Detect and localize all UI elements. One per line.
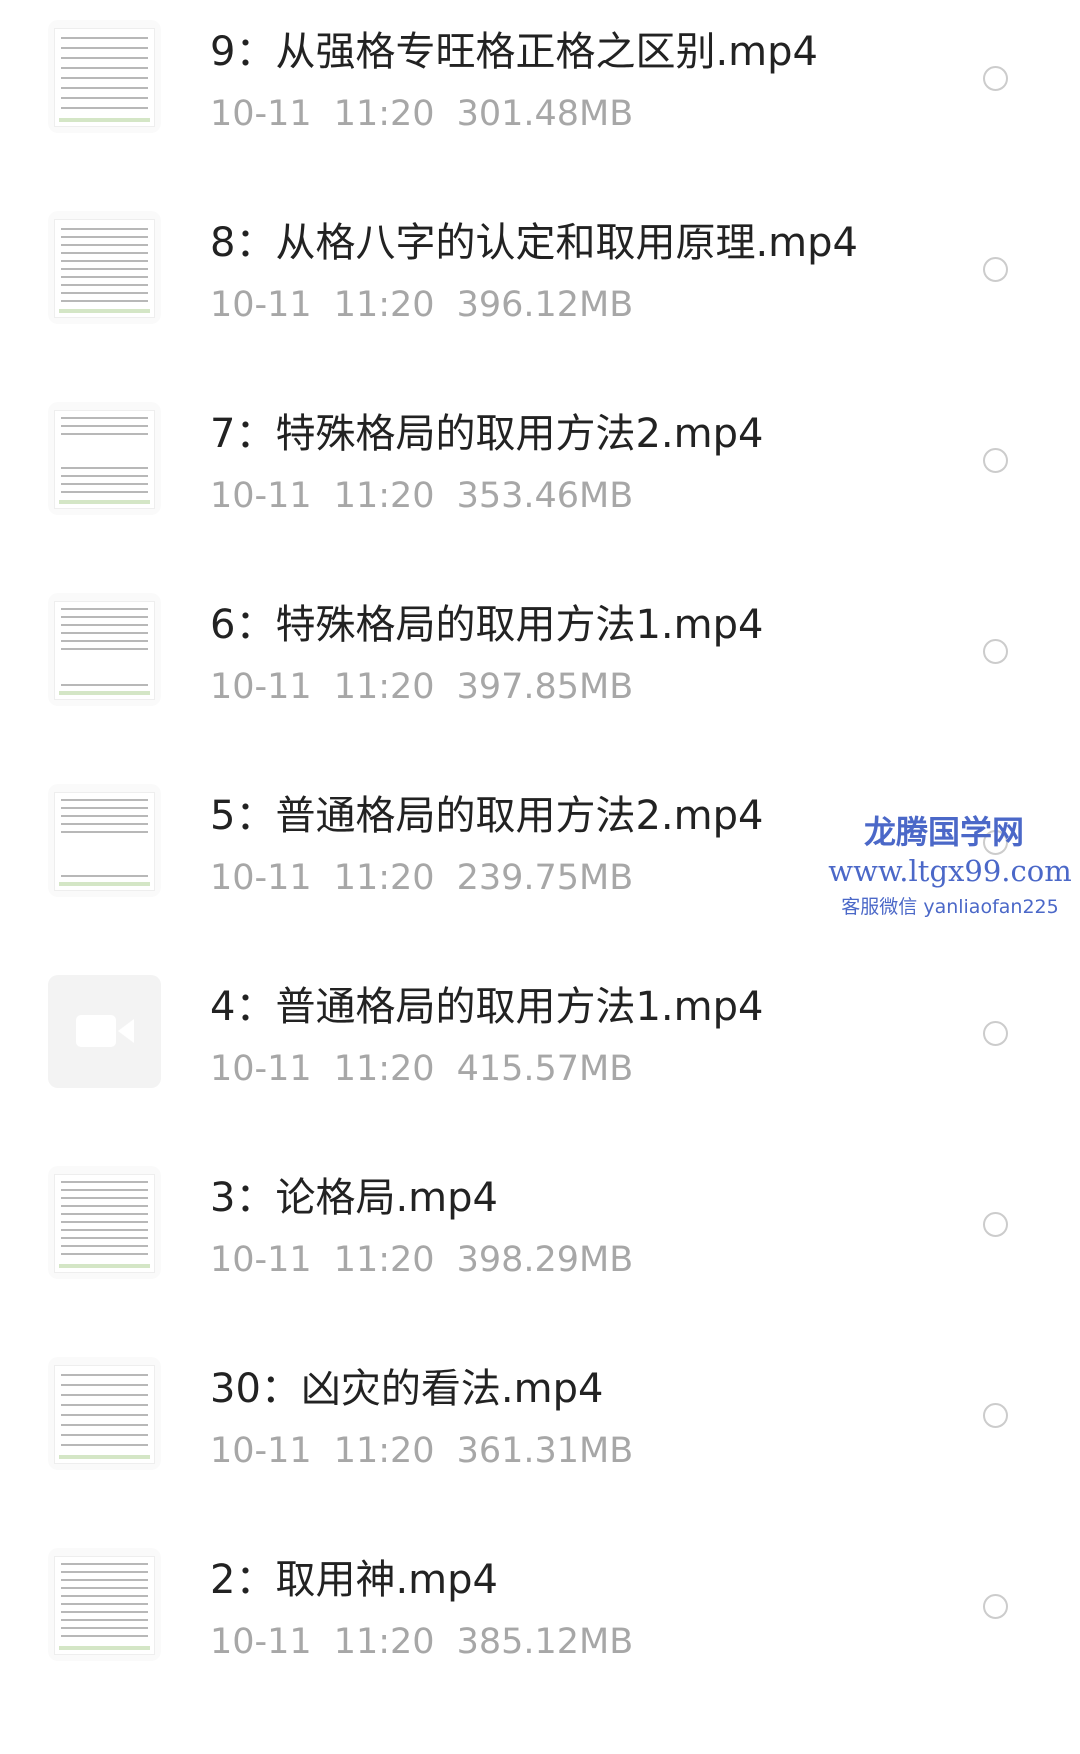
document-preview-icon bbox=[54, 410, 155, 509]
select-radio[interactable] bbox=[983, 1594, 1008, 1619]
file-name: 4：普通格局的取用方法1.mp4 bbox=[210, 984, 764, 1030]
file-thumbnail bbox=[48, 784, 161, 897]
file-name: 3：论格局.mp4 bbox=[210, 1175, 498, 1221]
file-row[interactable]: 9：从强格专旺格正格之区别.mp4 10-11 11:20 301.48MB bbox=[0, 0, 1080, 191]
file-time: 11:20 bbox=[333, 476, 435, 516]
video-camera-icon bbox=[48, 975, 161, 1088]
file-thumbnail bbox=[48, 20, 161, 133]
file-name: 5：普通格局的取用方法2.mp4 bbox=[210, 793, 764, 839]
file-name: 30：凶灾的看法.mp4 bbox=[210, 1366, 604, 1412]
file-name: 9：从强格专旺格正格之区别.mp4 bbox=[210, 29, 818, 75]
file-meta: 10-11 11:20 397.85MB bbox=[210, 665, 633, 709]
file-size: 396.12MB bbox=[456, 285, 634, 325]
file-date: 10-11 bbox=[210, 1431, 312, 1471]
file-meta: 10-11 11:20 385.12MB bbox=[210, 1620, 633, 1664]
select-radio[interactable] bbox=[983, 448, 1008, 473]
file-row[interactable]: 7：特殊格局的取用方法2.mp4 10-11 11:20 353.46MB bbox=[0, 382, 1080, 573]
file-name: 8：从格八字的认定和取用原理.mp4 bbox=[210, 220, 858, 266]
file-thumbnail bbox=[48, 1357, 161, 1470]
file-time: 11:20 bbox=[333, 1431, 435, 1471]
watermark: 龙腾国学网 www.ltgx99.com 客服微信 yanliaofan225 bbox=[828, 812, 1080, 932]
document-preview-icon bbox=[54, 1556, 155, 1655]
document-preview-icon bbox=[54, 28, 155, 127]
file-meta: 10-11 11:20 398.29MB bbox=[210, 1238, 633, 1282]
file-size: 398.29MB bbox=[456, 1240, 634, 1280]
file-name: 6：特殊格局的取用方法1.mp4 bbox=[210, 602, 764, 648]
file-name: 7：特殊格局的取用方法2.mp4 bbox=[210, 411, 764, 457]
file-size: 415.57MB bbox=[456, 1049, 634, 1089]
file-size: 353.46MB bbox=[456, 476, 634, 516]
file-time: 11:20 bbox=[333, 94, 435, 134]
file-row[interactable]: 3：论格局.mp4 10-11 11:20 398.29MB bbox=[0, 1146, 1080, 1337]
document-preview-icon bbox=[54, 1365, 155, 1464]
file-thumbnail bbox=[48, 402, 161, 515]
document-preview-icon bbox=[54, 792, 155, 891]
file-size: 301.48MB bbox=[456, 94, 634, 134]
file-row[interactable]: 30：凶灾的看法.mp4 10-11 11:20 361.31MB bbox=[0, 1337, 1080, 1528]
file-meta: 10-11 11:20 239.75MB bbox=[210, 856, 633, 900]
watermark-url: www.ltgx99.com bbox=[828, 854, 1072, 888]
file-date: 10-11 bbox=[210, 1049, 312, 1089]
select-radio[interactable] bbox=[983, 1021, 1008, 1046]
file-date: 10-11 bbox=[210, 667, 312, 707]
select-radio[interactable] bbox=[983, 1403, 1008, 1428]
select-radio[interactable] bbox=[983, 257, 1008, 282]
file-row[interactable]: 6：特殊格局的取用方法1.mp4 10-11 11:20 397.85MB bbox=[0, 573, 1080, 764]
file-time: 11:20 bbox=[333, 1622, 435, 1662]
file-row[interactable]: 8：从格八字的认定和取用原理.mp4 10-11 11:20 396.12MB bbox=[0, 191, 1080, 382]
select-radio[interactable] bbox=[983, 1212, 1008, 1237]
file-meta: 10-11 11:20 301.48MB bbox=[210, 92, 633, 136]
file-meta: 10-11 11:20 361.31MB bbox=[210, 1429, 633, 1473]
file-size: 385.12MB bbox=[456, 1622, 634, 1662]
file-thumbnail bbox=[48, 1166, 161, 1279]
file-thumbnail bbox=[48, 1548, 161, 1661]
file-thumbnail bbox=[48, 975, 161, 1088]
file-date: 10-11 bbox=[210, 285, 312, 325]
file-name: 2：取用神.mp4 bbox=[210, 1557, 498, 1603]
file-meta: 10-11 11:20 415.57MB bbox=[210, 1047, 633, 1091]
file-thumbnail bbox=[48, 211, 161, 324]
document-preview-icon bbox=[54, 219, 155, 318]
file-date: 10-11 bbox=[210, 1622, 312, 1662]
file-time: 11:20 bbox=[333, 858, 435, 898]
file-meta: 10-11 11:20 396.12MB bbox=[210, 283, 633, 327]
file-time: 11:20 bbox=[333, 667, 435, 707]
file-thumbnail bbox=[48, 593, 161, 706]
file-row[interactable]: 2：取用神.mp4 10-11 11:20 385.12MB bbox=[0, 1528, 1080, 1719]
file-size: 361.31MB bbox=[456, 1431, 634, 1471]
file-date: 10-11 bbox=[210, 94, 312, 134]
watermark-contact: 客服微信 yanliaofan225 bbox=[841, 896, 1059, 918]
file-date: 10-11 bbox=[210, 476, 312, 516]
file-meta: 10-11 11:20 353.46MB bbox=[210, 474, 633, 518]
file-size: 397.85MB bbox=[456, 667, 634, 707]
file-time: 11:20 bbox=[333, 1049, 435, 1089]
file-date: 10-11 bbox=[210, 858, 312, 898]
select-radio[interactable] bbox=[983, 639, 1008, 664]
document-preview-icon bbox=[54, 601, 155, 700]
file-row[interactable]: 4：普通格局的取用方法1.mp4 10-11 11:20 415.57MB bbox=[0, 955, 1080, 1146]
file-time: 11:20 bbox=[333, 1240, 435, 1280]
watermark-title: 龙腾国学网 bbox=[863, 813, 1024, 851]
select-radio[interactable] bbox=[983, 66, 1008, 91]
file-date: 10-11 bbox=[210, 1240, 312, 1280]
document-preview-icon bbox=[54, 1174, 155, 1273]
file-time: 11:20 bbox=[333, 285, 435, 325]
file-size: 239.75MB bbox=[456, 858, 634, 898]
